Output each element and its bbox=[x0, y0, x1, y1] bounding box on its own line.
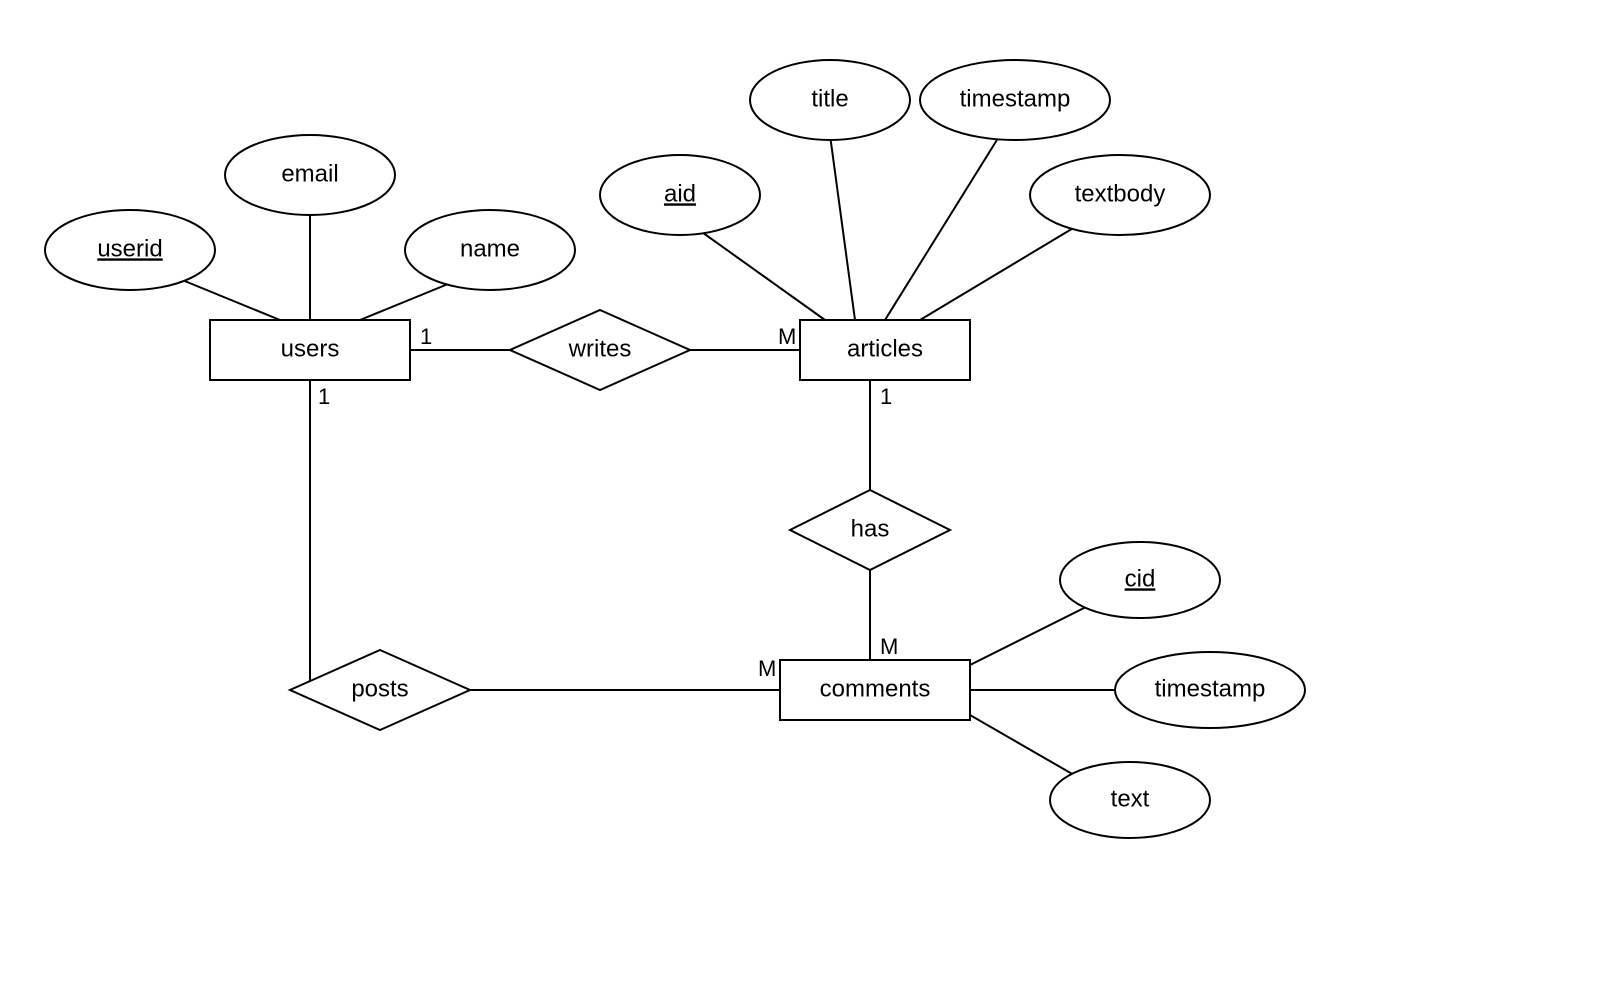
edge-articles-title bbox=[830, 135, 855, 320]
attribute-email: email bbox=[225, 135, 395, 215]
entity-users: users bbox=[210, 320, 410, 380]
edge-users-userid bbox=[170, 275, 280, 320]
cardinality-writes-articles: M bbox=[778, 324, 796, 349]
cardinality-has-comments: M bbox=[880, 634, 898, 659]
cardinality-has-articles: 1 bbox=[880, 384, 892, 409]
cardinality-writes-users: 1 bbox=[420, 324, 432, 349]
attribute-text: text bbox=[1050, 762, 1210, 838]
attribute-ctimestamp: timestamp bbox=[1115, 652, 1305, 728]
entity-articles-label: articles bbox=[847, 335, 923, 362]
cardinality-posts-comments: M bbox=[758, 656, 776, 681]
edge-users-posts-comments bbox=[310, 380, 780, 690]
entity-users-label: users bbox=[281, 335, 340, 362]
attribute-userid: userid bbox=[45, 210, 215, 290]
edge-articles-timestamp bbox=[885, 135, 1000, 320]
attribute-name: name bbox=[405, 210, 575, 290]
er-diagram: users articles comments writes has posts… bbox=[0, 0, 1600, 994]
attribute-aid: aid bbox=[600, 155, 760, 235]
relationship-posts-label: posts bbox=[351, 675, 408, 702]
edge-articles-aid bbox=[685, 220, 825, 320]
attribute-timestamp: timestamp bbox=[920, 60, 1110, 140]
entity-articles: articles bbox=[800, 320, 970, 380]
attribute-title-label: title bbox=[811, 85, 848, 112]
relationship-writes-label: writes bbox=[568, 335, 632, 362]
attribute-userid-label: userid bbox=[97, 235, 162, 262]
entity-comments: comments bbox=[780, 660, 970, 720]
cardinality-posts-users: 1 bbox=[318, 384, 330, 409]
attribute-title: title bbox=[750, 60, 910, 140]
attribute-cid: cid bbox=[1060, 542, 1220, 618]
attribute-aid-label: aid bbox=[664, 180, 696, 207]
attribute-textbody-label: textbody bbox=[1075, 180, 1166, 207]
attribute-cid-label: cid bbox=[1125, 565, 1156, 592]
edge-articles-textbody bbox=[920, 215, 1095, 320]
entity-comments-label: comments bbox=[820, 675, 931, 702]
attribute-textbody: textbody bbox=[1030, 155, 1210, 235]
attribute-timestamp-label: timestamp bbox=[960, 85, 1071, 112]
attribute-name-label: name bbox=[460, 235, 520, 262]
relationship-has-label: has bbox=[851, 515, 890, 542]
attribute-email-label: email bbox=[281, 160, 338, 187]
relationship-posts: posts bbox=[290, 650, 470, 730]
attribute-text-label: text bbox=[1111, 785, 1150, 812]
attribute-ctimestamp-label: timestamp bbox=[1155, 675, 1266, 702]
relationship-has: has bbox=[790, 490, 950, 570]
relationship-writes: writes bbox=[510, 310, 690, 390]
